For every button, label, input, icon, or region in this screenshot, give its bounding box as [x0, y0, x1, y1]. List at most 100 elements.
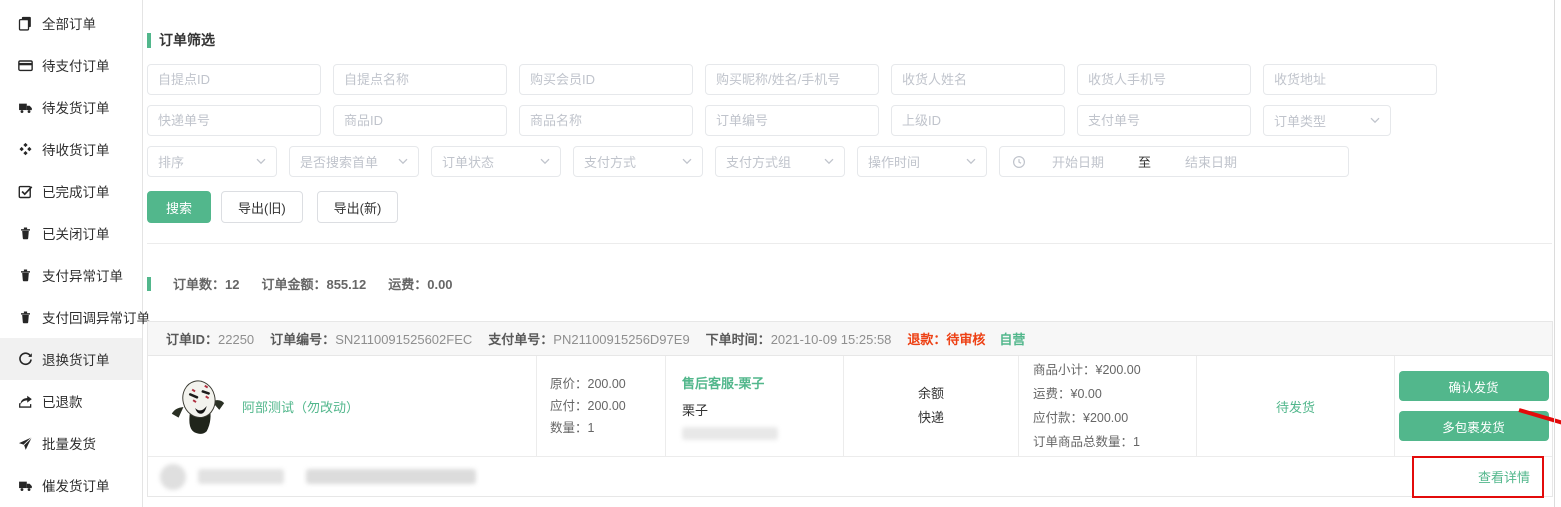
operation-time-select[interactable]: 操作时间	[857, 146, 987, 177]
sidebar-item-payment-callback-exception[interactable]: 支付回调异常订单	[0, 296, 142, 338]
self-operated-badge: 自营	[999, 329, 1025, 348]
amount-total-qty: 订单商品总数量：1	[1033, 430, 1196, 454]
chevron-down-icon	[1370, 117, 1380, 124]
summary-order-amount: 订单金额：855.12	[261, 274, 366, 293]
annotation-red-box: 查看详情	[1412, 456, 1544, 498]
sidebar-item-label: 已关闭订单	[42, 223, 110, 243]
sidebar-item-urge-shipment[interactable]: 催发货订单	[0, 464, 142, 506]
sidebar-item-label: 待收货订单	[42, 139, 110, 159]
export-new-button[interactable]: 导出(新)	[317, 191, 399, 223]
sidebar-item-batch-shipment[interactable]: 批量发货	[0, 422, 142, 464]
service-column: 售后客服-栗子 栗子	[666, 356, 844, 456]
order-status-badge: 待发货	[1276, 397, 1315, 416]
sidebar-item-pending-receipt[interactable]: 待收货订单	[0, 128, 142, 170]
filter-title-text: 订单筛选	[159, 30, 215, 50]
summary-order-count: 订单数：12	[173, 274, 239, 293]
blurred-buyer-info	[160, 464, 476, 490]
order-summary: 订单数：12 订单金额：855.12 运费：0.00	[147, 274, 1558, 293]
date-range-picker[interactable]: 开始日期 至 结束日期	[999, 146, 1349, 177]
sort-select-label: 排序	[158, 152, 184, 171]
multi-package-ship-button[interactable]: 多包裹发货	[1399, 411, 1549, 441]
share-icon	[18, 394, 33, 409]
sidebar-item-label: 已退款	[42, 391, 83, 411]
sidebar: 全部订单 待支付订单 待发货订单 待收货订单 已完成订单 已关闭订单 支付异常订…	[0, 0, 143, 507]
chevron-down-icon	[540, 158, 550, 165]
receiver-address-input[interactable]	[1263, 64, 1437, 95]
product-image	[166, 375, 228, 437]
order-status-select-label: 订单状态	[442, 152, 494, 171]
payment-method-select[interactable]: 支付方式	[573, 146, 703, 177]
payment-method-select-label: 支付方式	[584, 152, 636, 171]
first-order-select[interactable]: 是否搜索首单	[289, 146, 419, 177]
amount-payable: 应付款：¥200.00	[1033, 406, 1196, 430]
search-button[interactable]: 搜索	[147, 191, 211, 223]
start-date-placeholder[interactable]: 开始日期	[1052, 152, 1104, 171]
amount-subtotal: 商品小计：¥200.00	[1033, 358, 1196, 382]
order-time-label: 下单时间：	[706, 332, 771, 347]
jar-icon	[18, 226, 33, 241]
parent-id-input[interactable]	[891, 105, 1065, 136]
end-date-placeholder[interactable]: 结束日期	[1185, 152, 1237, 171]
chevron-down-icon	[682, 158, 692, 165]
order-number-input[interactable]	[705, 105, 879, 136]
filter-row-2: 订单类型	[147, 105, 1558, 136]
sidebar-item-payment-exception[interactable]: 支付异常订单	[0, 254, 142, 296]
receiver-name-input[interactable]	[891, 64, 1065, 95]
product-name-input[interactable]	[519, 105, 693, 136]
sidebar-item-pending-shipment[interactable]: 待发货订单	[0, 86, 142, 128]
paper-plane-icon	[18, 436, 33, 451]
payment-number-label: 支付单号：	[488, 332, 553, 347]
order-type-select[interactable]: 订单类型	[1263, 105, 1391, 136]
order-number-value: SN2110091525602FEC	[335, 332, 472, 347]
sidebar-item-pending-payment[interactable]: 待支付订单	[0, 44, 142, 86]
title-accent-bar	[147, 33, 151, 48]
payment-number-field: 支付单号：PN21100915256D97E9	[488, 329, 689, 348]
product-id-input[interactable]	[333, 105, 507, 136]
view-detail-link[interactable]: 查看详情	[1478, 467, 1530, 486]
product-column: 阿部测试（勿改动）	[148, 356, 537, 456]
product-name-link[interactable]: 阿部测试（勿改动）	[242, 397, 359, 416]
order-id-value: 22250	[218, 332, 254, 347]
price-column: 原价：200.00 应付：200.00 数量：1	[537, 356, 666, 456]
jar-icon	[18, 310, 33, 325]
order-number-field: 订单编号：SN2110091525602FEC	[270, 329, 472, 348]
order-id-field: 订单ID：22250	[166, 329, 254, 348]
right-edge-line	[1554, 0, 1555, 507]
tracking-number-input[interactable]	[147, 105, 321, 136]
sidebar-item-label: 支付异常订单	[42, 265, 123, 285]
credit-card-icon	[18, 58, 33, 73]
jar-icon	[18, 268, 33, 283]
chevron-down-icon	[966, 158, 976, 165]
order-time-value: 2021-10-09 15:25:58	[771, 332, 892, 347]
service-agent-name: 栗子	[682, 400, 843, 419]
summary-freight: 运费：0.00	[388, 274, 452, 293]
sidebar-item-closed[interactable]: 已关闭订单	[0, 212, 142, 254]
operation-time-select-label: 操作时间	[868, 152, 920, 171]
quantity: 数量：1	[550, 417, 665, 439]
order-card-header: 订单ID：22250 订单编号：SN2110091525602FEC 支付单号：…	[148, 322, 1552, 356]
payment-number-input[interactable]	[1077, 105, 1251, 136]
sidebar-item-completed[interactable]: 已完成订单	[0, 170, 142, 212]
delivery-method: 快递	[918, 406, 944, 430]
pickup-id-input[interactable]	[147, 64, 321, 95]
payment-method-group-select[interactable]: 支付方式组	[715, 146, 845, 177]
sidebar-item-label: 支付回调异常订单	[42, 307, 150, 327]
sort-select[interactable]: 排序	[147, 146, 277, 177]
sidebar-item-label: 待支付订单	[42, 55, 110, 75]
sidebar-item-all-orders[interactable]: 全部订单	[0, 2, 142, 44]
pickup-name-input[interactable]	[333, 64, 507, 95]
buyer-member-id-input[interactable]	[519, 64, 693, 95]
buyer-nickname-input[interactable]	[705, 64, 879, 95]
blurred-contact	[682, 427, 778, 440]
main-content: 订单筛选 订单类型 排序 是否搜索首单 订单状态	[144, 0, 1558, 507]
filter-row-1	[147, 64, 1558, 95]
order-status-select[interactable]: 订单状态	[431, 146, 561, 177]
payment-method-group-select-label: 支付方式组	[726, 152, 791, 171]
sidebar-item-label: 待发货订单	[42, 97, 110, 117]
first-order-select-label: 是否搜索首单	[300, 152, 378, 171]
receiver-phone-input[interactable]	[1077, 64, 1251, 95]
sidebar-item-return-exchange[interactable]: 退换货订单	[0, 338, 142, 380]
confirm-ship-button[interactable]: 确认发货	[1399, 371, 1549, 401]
export-old-button[interactable]: 导出(旧)	[221, 191, 303, 223]
sidebar-item-refunded[interactable]: 已退款	[0, 380, 142, 422]
